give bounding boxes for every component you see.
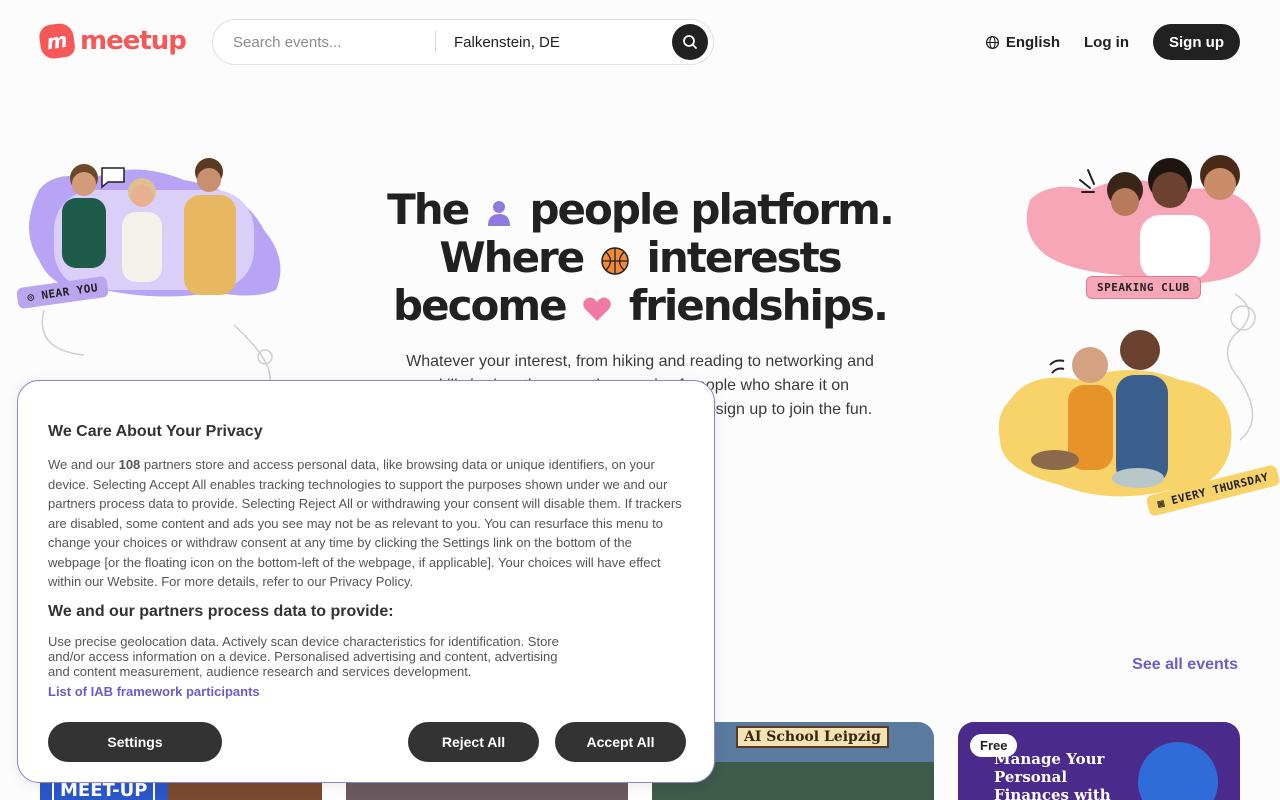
search-input[interactable] (213, 20, 435, 64)
hero-line-3a: become (393, 281, 568, 330)
event-card-4-text: Manage Your Personal Finances with Confi… (994, 750, 1111, 800)
privacy-subtitle: We and our partners process data to prov… (48, 603, 394, 620)
iab-participants-link[interactable]: List of IAB framework participants (48, 684, 260, 699)
accept-all-button[interactable]: Accept All (555, 722, 686, 762)
hero-line-1: The people platform. (340, 186, 940, 234)
partner-count: 108 (118, 457, 141, 472)
hero-line-1b: people platform. (529, 185, 894, 234)
hero-line-3: become friendships. (340, 282, 940, 330)
event-card-3-text: AI School Leipzig (736, 726, 889, 748)
person-icon (487, 200, 510, 226)
privacy-purposes: Use precise geolocation data. Actively s… (48, 634, 559, 679)
privacy-body: We and our 108 partners store and access… (48, 455, 688, 592)
hero-illustration-left (29, 158, 281, 400)
event-card-4[interactable]: Free Manage Your Personal Finances with … (958, 722, 1240, 800)
meetup-logo[interactable]: m meetup (37, 21, 187, 61)
language-label: English (1005, 33, 1060, 51)
signup-button[interactable]: Sign up (1153, 24, 1240, 60)
login-link[interactable]: Log in (1084, 34, 1129, 51)
privacy-consent-dialog: We Care About Your Privacy We and our 10… (17, 380, 715, 783)
tag-near-you-label: NEAR YOU (40, 281, 99, 302)
search-icon (683, 35, 697, 49)
location-pin-icon: ◎ (26, 290, 36, 304)
calendar-icon: ▦ (1156, 496, 1167, 511)
settings-button[interactable]: Settings (48, 722, 222, 762)
privacy-title: We Care About Your Privacy (48, 423, 263, 440)
privacy-body-pre: We and our (48, 457, 115, 472)
meetup-home-page: m meetup English Log in Sign up (0, 0, 1280, 800)
hero-title: The people platform. Where interests bec… (340, 186, 940, 330)
basketball-icon (601, 246, 629, 275)
globe-icon (985, 35, 999, 49)
event-card-4-photo (1138, 742, 1218, 800)
logo-mark-icon: m (37, 21, 77, 61)
location-input[interactable] (436, 20, 672, 64)
hero-line-2a: Where (439, 233, 585, 282)
header-nav: English Log in Sign up (985, 24, 1240, 60)
logo-text: meetup (80, 26, 187, 56)
see-all-events-link[interactable]: See all events (1132, 656, 1238, 674)
privacy-body-post: partners store and access personal data,… (48, 457, 682, 589)
heart-icon (583, 297, 611, 321)
language-selector[interactable]: English (985, 34, 1060, 51)
reject-all-button[interactable]: Reject All (408, 722, 539, 762)
hero-line-2b: interests (646, 233, 843, 282)
hero-line-1a: The (387, 185, 470, 234)
hero-line-3b: friendships. (628, 281, 889, 330)
hero-line-2: Where interests (340, 234, 940, 282)
search-button[interactable] (672, 24, 708, 60)
search-bar (212, 19, 714, 65)
